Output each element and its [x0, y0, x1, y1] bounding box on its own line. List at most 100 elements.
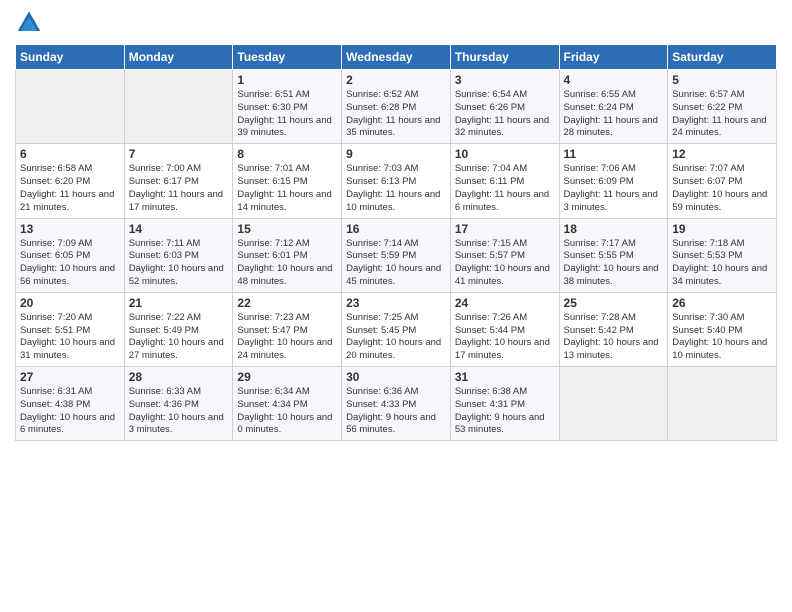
day-detail: Sunrise: 7:30 AM Sunset: 5:40 PM Dayligh… — [672, 312, 772, 363]
day-detail: Sunrise: 6:54 AM Sunset: 6:26 PM Dayligh… — [455, 89, 555, 140]
day-detail: Sunrise: 7:06 AM Sunset: 6:09 PM Dayligh… — [564, 163, 664, 214]
day-detail: Sunrise: 6:51 AM Sunset: 6:30 PM Dayligh… — [237, 89, 337, 140]
calendar-cell: 20Sunrise: 7:20 AM Sunset: 5:51 PM Dayli… — [16, 292, 125, 366]
logo-icon — [15, 10, 43, 38]
day-number: 3 — [455, 73, 555, 87]
calendar-cell: 31 Sunrise: 6:38 AM Sunset: 4:31 PM Dayli… — [450, 367, 559, 441]
calendar-cell — [559, 367, 668, 441]
day-detail: Sunrise: 6:52 AM Sunset: 6:28 PM Dayligh… — [346, 89, 446, 140]
calendar-cell: 3 Sunrise: 6:54 AM Sunset: 6:26 PM Daylig… — [450, 70, 559, 144]
day-detail: Sunrise: 7:15 AM Sunset: 5:57 PM Dayligh… — [455, 238, 555, 289]
day-number: 14 — [129, 222, 229, 236]
weekday-header: Friday — [559, 45, 668, 70]
calendar-cell: 7 Sunrise: 7:00 AM Sunset: 6:17 PM Daylig… — [124, 144, 233, 218]
day-detail: Sunrise: 6:33 AM Sunset: 4:36 PM Dayligh… — [129, 386, 229, 437]
day-number: 29 — [237, 370, 337, 384]
calendar-cell: 1 Sunrise: 6:51 AM Sunset: 6:30 PM Daylig… — [233, 70, 342, 144]
day-detail: Sunrise: 7:00 AM Sunset: 6:17 PM Dayligh… — [129, 163, 229, 214]
logo — [15, 10, 47, 38]
calendar-cell: 30 Sunrise: 6:36 AM Sunset: 4:33 PM Dayli… — [342, 367, 451, 441]
day-detail: Sunrise: 7:17 AM Sunset: 5:55 PM Dayligh… — [564, 238, 664, 289]
day-detail: Sunrise: 7:23 AM Sunset: 5:47 PM Dayligh… — [237, 312, 337, 363]
calendar-cell: 22 Sunrise: 7:23 AM Sunset: 5:47 PM Dayli… — [233, 292, 342, 366]
calendar-cell: 19 Sunrise: 7:18 AM Sunset: 5:53 PM Dayli… — [668, 218, 777, 292]
calendar-week-row: 20Sunrise: 7:20 AM Sunset: 5:51 PM Dayli… — [16, 292, 777, 366]
day-number: 16 — [346, 222, 446, 236]
day-detail: Sunrise: 7:18 AM Sunset: 5:53 PM Dayligh… — [672, 238, 772, 289]
calendar-cell: 26 Sunrise: 7:30 AM Sunset: 5:40 PM Dayli… — [668, 292, 777, 366]
calendar-header: SundayMondayTuesdayWednesdayThursdayFrid… — [16, 45, 777, 70]
day-number: 21 — [129, 296, 229, 310]
day-detail: Sunrise: 7:11 AM Sunset: 6:03 PM Dayligh… — [129, 238, 229, 289]
day-number: 8 — [237, 147, 337, 161]
day-detail: Sunrise: 7:22 AM Sunset: 5:49 PM Dayligh… — [129, 312, 229, 363]
day-detail: Sunrise: 7:03 AM Sunset: 6:13 PM Dayligh… — [346, 163, 446, 214]
calendar-cell: 2 Sunrise: 6:52 AM Sunset: 6:28 PM Daylig… — [342, 70, 451, 144]
calendar-cell: 10 Sunrise: 7:04 AM Sunset: 6:11 PM Dayli… — [450, 144, 559, 218]
day-number: 12 — [672, 147, 772, 161]
day-detail: Sunrise: 6:34 AM Sunset: 4:34 PM Dayligh… — [237, 386, 337, 437]
calendar-cell: 11 Sunrise: 7:06 AM Sunset: 6:09 PM Dayli… — [559, 144, 668, 218]
calendar-cell: 17Sunrise: 7:15 AM Sunset: 5:57 PM Dayli… — [450, 218, 559, 292]
calendar-cell: 24 Sunrise: 7:26 AM Sunset: 5:44 PM Dayli… — [450, 292, 559, 366]
day-detail: Sunrise: 7:28 AM Sunset: 5:42 PM Dayligh… — [564, 312, 664, 363]
calendar-cell: 13Sunrise: 7:09 AM Sunset: 6:05 PM Dayli… — [16, 218, 125, 292]
day-number: 13 — [20, 222, 120, 236]
weekday-header: Wednesday — [342, 45, 451, 70]
day-number: 11 — [564, 147, 664, 161]
day-detail: Sunrise: 6:55 AM Sunset: 6:24 PM Dayligh… — [564, 89, 664, 140]
day-detail: Sunrise: 7:07 AM Sunset: 6:07 PM Dayligh… — [672, 163, 772, 214]
calendar-table: SundayMondayTuesdayWednesdayThursdayFrid… — [15, 44, 777, 441]
day-number: 5 — [672, 73, 772, 87]
day-number: 19 — [672, 222, 772, 236]
day-number: 10 — [455, 147, 555, 161]
day-number: 23 — [346, 296, 446, 310]
weekday-header: Sunday — [16, 45, 125, 70]
day-detail: Sunrise: 6:57 AM Sunset: 6:22 PM Dayligh… — [672, 89, 772, 140]
weekday-header: Monday — [124, 45, 233, 70]
header — [15, 10, 777, 38]
calendar-cell: 29 Sunrise: 6:34 AM Sunset: 4:34 PM Dayli… — [233, 367, 342, 441]
calendar-cell: 14 Sunrise: 7:11 AM Sunset: 6:03 PM Dayli… — [124, 218, 233, 292]
calendar-cell: 6 Sunrise: 6:58 AM Sunset: 6:20 PM Daylig… — [16, 144, 125, 218]
day-detail: Sunrise: 6:31 AM Sunset: 4:38 PM Dayligh… — [20, 386, 120, 437]
day-detail: Sunrise: 7:25 AM Sunset: 5:45 PM Dayligh… — [346, 312, 446, 363]
day-number: 24 — [455, 296, 555, 310]
day-detail: Sunrise: 6:38 AM Sunset: 4:31 PM Dayligh… — [455, 386, 555, 437]
calendar-cell: 15 Sunrise: 7:12 AM Sunset: 6:01 PM Dayli… — [233, 218, 342, 292]
calendar-cell: 8 Sunrise: 7:01 AM Sunset: 6:15 PM Daylig… — [233, 144, 342, 218]
day-number: 15 — [237, 222, 337, 236]
day-number: 20 — [20, 296, 120, 310]
day-number: 22 — [237, 296, 337, 310]
weekday-header: Tuesday — [233, 45, 342, 70]
day-detail: Sunrise: 7:04 AM Sunset: 6:11 PM Dayligh… — [455, 163, 555, 214]
day-number: 26 — [672, 296, 772, 310]
day-number: 7 — [129, 147, 229, 161]
calendar-cell: 18Sunrise: 7:17 AM Sunset: 5:55 PM Dayli… — [559, 218, 668, 292]
calendar-cell: 21 Sunrise: 7:22 AM Sunset: 5:49 PM Dayli… — [124, 292, 233, 366]
day-detail: Sunrise: 7:12 AM Sunset: 6:01 PM Dayligh… — [237, 238, 337, 289]
day-number: 28 — [129, 370, 229, 384]
calendar-body: 1 Sunrise: 6:51 AM Sunset: 6:30 PM Daylig… — [16, 70, 777, 441]
day-detail: Sunrise: 6:58 AM Sunset: 6:20 PM Dayligh… — [20, 163, 120, 214]
day-number: 30 — [346, 370, 446, 384]
calendar-cell: 27Sunrise: 6:31 AM Sunset: 4:38 PM Dayli… — [16, 367, 125, 441]
calendar-cell: 23 Sunrise: 7:25 AM Sunset: 5:45 PM Dayli… — [342, 292, 451, 366]
day-number: 31 — [455, 370, 555, 384]
day-detail: Sunrise: 7:14 AM Sunset: 5:59 PM Dayligh… — [346, 238, 446, 289]
weekday-header-row: SundayMondayTuesdayWednesdayThursdayFrid… — [16, 45, 777, 70]
day-number: 1 — [237, 73, 337, 87]
calendar-week-row: 1 Sunrise: 6:51 AM Sunset: 6:30 PM Daylig… — [16, 70, 777, 144]
calendar-cell: 4 Sunrise: 6:55 AM Sunset: 6:24 PM Daylig… — [559, 70, 668, 144]
calendar-cell — [124, 70, 233, 144]
day-number: 2 — [346, 73, 446, 87]
calendar-cell — [668, 367, 777, 441]
day-detail: Sunrise: 7:26 AM Sunset: 5:44 PM Dayligh… — [455, 312, 555, 363]
day-detail: Sunrise: 6:36 AM Sunset: 4:33 PM Dayligh… — [346, 386, 446, 437]
day-number: 4 — [564, 73, 664, 87]
calendar-week-row: 13Sunrise: 7:09 AM Sunset: 6:05 PM Dayli… — [16, 218, 777, 292]
day-detail: Sunrise: 7:01 AM Sunset: 6:15 PM Dayligh… — [237, 163, 337, 214]
calendar-cell — [16, 70, 125, 144]
day-number: 25 — [564, 296, 664, 310]
day-number: 6 — [20, 147, 120, 161]
